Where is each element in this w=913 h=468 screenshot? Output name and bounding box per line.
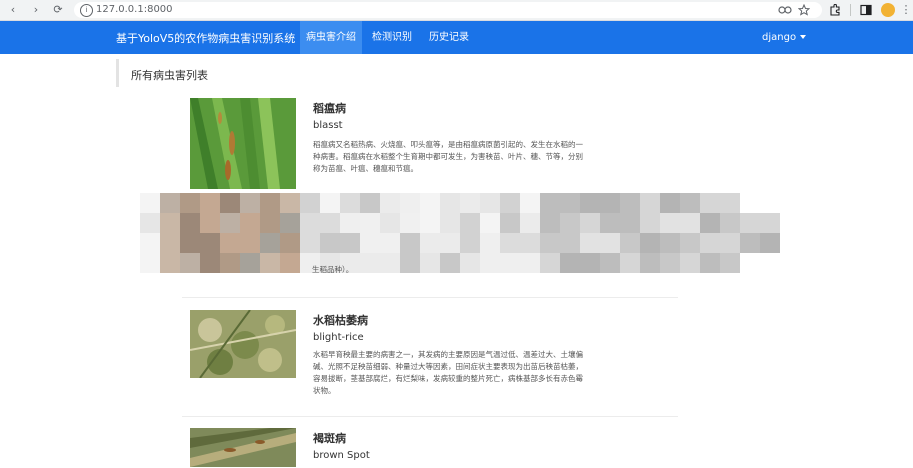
toolbar-separator [850, 4, 851, 16]
disease-image[interactable] [190, 310, 296, 378]
nav-item-history[interactable]: 历史记录 [423, 21, 475, 54]
user-dropdown[interactable]: django [762, 21, 807, 54]
disease-name[interactable]: 褐斑病 [313, 430, 346, 446]
side-panel-icon[interactable] [860, 4, 872, 16]
forward-icon[interactable]: › [29, 3, 43, 17]
disease-item[interactable]: 水稻枯萎病 blight-rice 水稻早育秧最主要的病害之一，其发病的主要原因… [182, 310, 678, 405]
app-navbar: 基于YoloV5的农作物病虫害识别系统 病虫害介绍 检测识别 历史记录 djan… [0, 21, 913, 54]
username: django [762, 32, 797, 43]
profile-avatar[interactable] [881, 3, 895, 17]
bookmark-star-icon[interactable] [798, 4, 810, 16]
divider [182, 416, 678, 417]
url-text: 127.0.0.1:8000 [96, 4, 173, 15]
nav-item-detection[interactable]: 检测识别 [366, 21, 418, 54]
disease-item[interactable]: 稻瘟病 blasst 稻瘟病又名稻热病、火烧瘟、叩头瘟等，是由稻瘟病原菌引起的、… [182, 98, 678, 193]
disease-description: 稻瘟病又名稻热病、火烧瘟、叩头瘟等，是由稻瘟病原菌引起的、发生在水稻的一种病害。… [313, 140, 583, 173]
disease-image[interactable] [190, 428, 296, 467]
disease-english-name: blasst [313, 120, 343, 131]
address-bar[interactable]: i 127.0.0.1:8000 [74, 2, 822, 18]
disease-description: 生稻品种）。 [312, 265, 354, 274]
divider [182, 297, 678, 298]
password-key-icon[interactable] [778, 5, 792, 15]
disease-item[interactable]: 褐斑病 brown Spot [182, 428, 678, 468]
caret-down-icon [800, 35, 807, 39]
disease-english-name: blight-rice [313, 332, 364, 343]
page-title: 所有病虫害列表 [131, 69, 208, 82]
reload-icon[interactable]: ⟳ [51, 3, 65, 17]
disease-name[interactable]: 稻瘟病 [313, 100, 346, 116]
disease-image[interactable] [190, 98, 296, 189]
extensions-icon[interactable] [829, 4, 841, 16]
back-icon[interactable]: ‹ [6, 3, 20, 17]
site-brand[interactable]: 基于YoloV5的农作物病虫害识别系统 [116, 30, 295, 46]
disease-name[interactable]: 水稻枯萎病 [313, 312, 368, 328]
nav-item-disease-intro[interactable]: 病虫害介绍 [300, 21, 362, 54]
disease-english-name: brown Spot [313, 450, 370, 461]
pixelated-region [140, 188, 780, 278]
browser-toolbar: ‹ › ⟳ i 127.0.0.1:8000 ⋮ [0, 0, 913, 21]
menu-icon[interactable]: ⋮ [899, 2, 913, 18]
page-header: 所有病虫害列表 [116, 59, 679, 87]
disease-description: 水稻早育秧最主要的病害之一，其发病的主要原因是气温过低、温差过大、土壤偏碱、光照… [313, 350, 583, 395]
site-info-icon[interactable]: i [80, 4, 93, 17]
